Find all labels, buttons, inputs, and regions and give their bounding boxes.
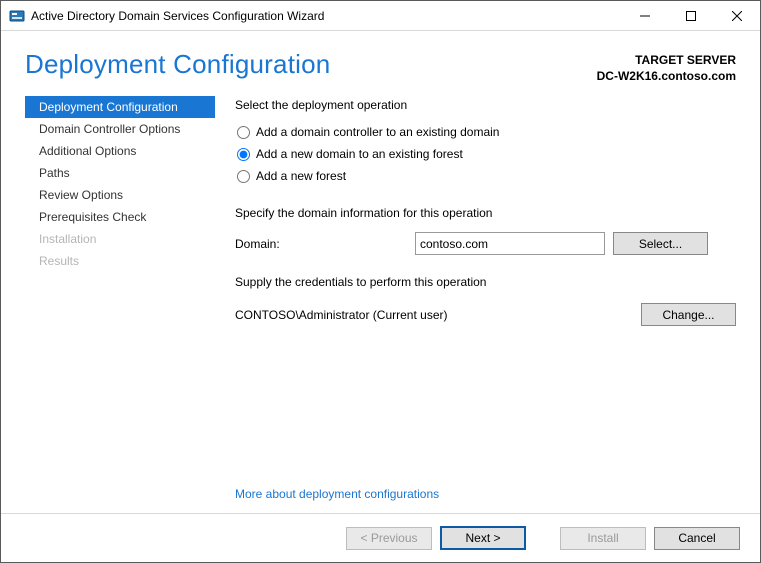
radio-add-dc-existing-domain-input[interactable] — [237, 126, 250, 139]
previous-button: < Previous — [346, 527, 432, 550]
radio-add-new-forest-input[interactable] — [237, 170, 250, 183]
radio-add-new-forest[interactable]: Add a new forest — [235, 166, 736, 186]
wizard-window: Active Directory Domain Services Configu… — [0, 0, 761, 563]
credentials-value: CONTOSO\Administrator (Current user) — [235, 308, 641, 322]
step-paths[interactable]: Paths — [25, 162, 215, 184]
window-title: Active Directory Domain Services Configu… — [31, 9, 622, 23]
wizard-body: Deployment Configuration Domain Controll… — [1, 92, 760, 513]
target-server-label: TARGET SERVER — [597, 53, 736, 69]
operation-radiogroup: Add a domain controller to an existing d… — [235, 122, 736, 188]
step-installation: Installation — [25, 228, 215, 250]
radio-add-domain-existing-forest[interactable]: Add a new domain to an existing forest — [235, 144, 736, 164]
maximize-button[interactable] — [668, 1, 714, 30]
minimize-button[interactable] — [622, 1, 668, 30]
radio-add-domain-existing-forest-input[interactable] — [237, 148, 250, 161]
step-deployment-configuration[interactable]: Deployment Configuration — [25, 96, 215, 118]
close-button[interactable] — [714, 1, 760, 30]
window-controls — [622, 1, 760, 30]
page-title: Deployment Configuration — [25, 49, 597, 80]
more-about-link[interactable]: More about deployment configurations — [235, 487, 736, 501]
radio-add-dc-existing-domain[interactable]: Add a domain controller to an existing d… — [235, 122, 736, 142]
step-review-options[interactable]: Review Options — [25, 184, 215, 206]
target-server-name: DC-W2K16.contoso.com — [597, 69, 736, 85]
domain-info-label: Specify the domain information for this … — [235, 206, 736, 220]
page-header: Deployment Configuration TARGET SERVER D… — [1, 31, 760, 92]
install-button: Install — [560, 527, 646, 550]
domain-input[interactable] — [415, 232, 605, 255]
radio-label: Add a domain controller to an existing d… — [256, 125, 499, 139]
radio-label: Add a new forest — [256, 169, 346, 183]
radio-label: Add a new domain to an existing forest — [256, 147, 463, 161]
step-domain-controller-options[interactable]: Domain Controller Options — [25, 118, 215, 140]
steps-sidebar: Deployment Configuration Domain Controll… — [25, 96, 215, 513]
credentials-row: CONTOSO\Administrator (Current user) Cha… — [235, 303, 736, 326]
credentials-label: Supply the credentials to perform this o… — [235, 275, 736, 289]
step-prerequisites-check[interactable]: Prerequisites Check — [25, 206, 215, 228]
domain-row: Domain: Select... — [235, 232, 736, 255]
next-button[interactable]: Next > — [440, 526, 526, 550]
change-credentials-button[interactable]: Change... — [641, 303, 736, 326]
cancel-button[interactable]: Cancel — [654, 527, 740, 550]
operation-label: Select the deployment operation — [235, 98, 736, 112]
select-domain-button[interactable]: Select... — [613, 232, 708, 255]
titlebar: Active Directory Domain Services Configu… — [1, 1, 760, 31]
app-icon — [9, 8, 25, 24]
step-results: Results — [25, 250, 215, 272]
step-additional-options[interactable]: Additional Options — [25, 140, 215, 162]
wizard-footer: < Previous Next > Install Cancel — [1, 514, 760, 562]
domain-field-label: Domain: — [235, 237, 415, 251]
target-server-block: TARGET SERVER DC-W2K16.contoso.com — [597, 49, 736, 84]
content-panel: Select the deployment operation Add a do… — [215, 96, 736, 513]
